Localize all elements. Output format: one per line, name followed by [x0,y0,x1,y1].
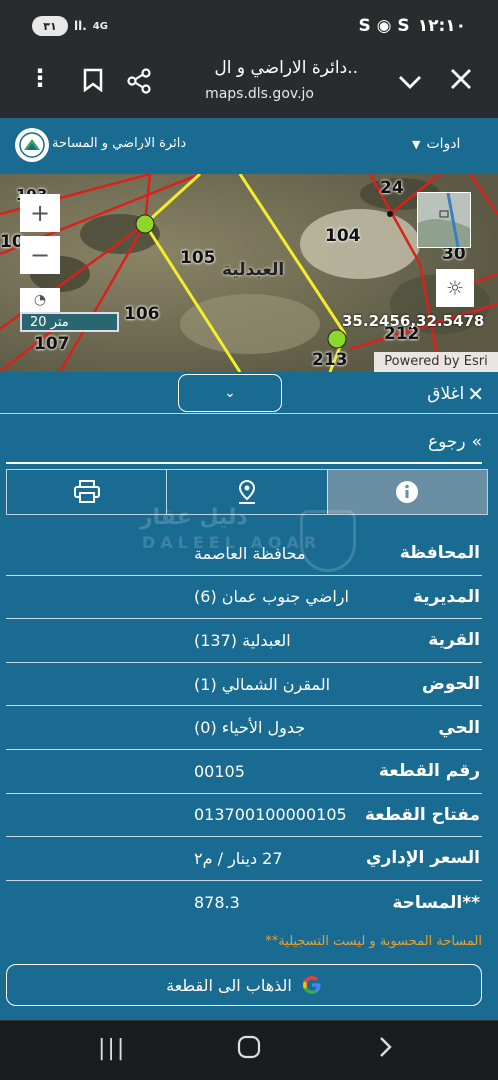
parcel-label: 213 [312,350,348,370]
parcel-label: 106 [124,304,160,324]
detail-label: **المساحة [392,892,480,913]
brightness-button[interactable]: ☼ [436,269,474,307]
coordinate-readout: 35.2456,32.5478 [342,312,485,330]
zoom-in-button[interactable]: + [20,194,60,232]
gauge-icon: ◔ [33,292,47,308]
powered-by-esri: Powered by Esri [374,352,498,372]
back-nav-icon[interactable] [378,1035,394,1065]
detail-label: الحوض [422,674,480,695]
detail-row-area: **المساحة 878.3 [6,881,482,925]
detail-value: المقرن الشمالي (1) [194,674,331,694]
detail-label: السعر الإداري [365,848,480,869]
share-icon[interactable] [126,68,152,98]
detail-value: محافظة العاصمة [194,543,306,563]
tools-menu[interactable]: ▼ ادوات [412,136,460,152]
detail-value: جدول الأحياء (0) [194,718,306,738]
chevron-down-icon: ▼ [412,137,421,151]
parcel-label: 104 [325,226,361,246]
parcel-label: 24 [380,178,404,198]
bookmark-icon[interactable] [82,68,104,96]
status-right: S ◉ S ١٢:١٠ [359,16,466,36]
detail-label: مفتاح القطعة [364,804,480,825]
watermark-text: دليل عقار [140,505,248,530]
minus-icon: − [29,241,51,269]
area-note: **المساحة المحسوبة و ليست التسجيلية [265,934,482,949]
back-button[interactable]: رجوع « [428,432,482,452]
page-title[interactable]: دائرة الاراضي و ال.. [214,58,358,78]
department-name: دائرة الاراضي و المساحة [52,136,187,151]
measure-button[interactable]: ◔ [20,288,60,312]
divider [6,462,482,464]
system-nav-bar: ||| [0,1020,498,1080]
detail-row-parcel-number: رقم القطعة 00105 [6,750,482,794]
detail-label: المحافظة [399,543,480,564]
info-icon [396,481,419,503]
tab-info[interactable] [326,470,487,514]
notification-icons: S ◉ S [358,16,410,36]
detail-value: اراضي جنوب عمان (6) [194,587,349,607]
network-label: 4G [92,20,108,32]
parcel-label: 105 [180,248,216,268]
close-label: اغلاق [427,384,465,404]
detail-row-directorate: المديرية اراضي جنوب عمان (6) [6,576,482,620]
detail-row-admin-price: السعر الإداري 27 دينار / م٢ [6,837,482,881]
status-time: ١٢:١٠ [417,16,466,36]
url-host[interactable]: maps.dls.gov.jo [205,86,314,102]
point-marker [387,211,393,217]
location-pin-icon [238,479,255,504]
more-menu-icon[interactable]: ⋮ [28,66,52,90]
recent-apps-icon[interactable]: ||| [98,1036,126,1061]
printer-icon [73,480,100,503]
back-label: رجوع [427,432,466,452]
google-icon [302,976,321,994]
parcel-label: 107 [34,334,70,354]
status-bar: ٣١ ll. 4G S ◉ S ١٢:١٠ [0,0,498,52]
detail-value: 27 دينار / م٢ [194,848,283,868]
signal-icon: ll. [74,19,87,33]
plus-icon: + [29,199,51,227]
parcel-details-list: المحافظة محافظة العاصمة المديرية اراضي ج… [6,532,482,924]
detail-row-parcel-key: مفتاح القطعة 013700100000105 [6,794,482,838]
vertex-marker [327,329,347,349]
detail-label: القرية [428,630,480,651]
dls-logo [15,128,49,162]
double-chevron-icon: « [471,432,482,452]
browser-toolbar: ⋮ دائرة الاراضي و ال.. maps.dls.gov.jo [0,52,498,118]
parcel-info-panel: ⌄ اغلاق ✕ رجوع « دليل عقار DALEEL AQAR ا… [0,372,498,1020]
chevron-down-icon[interactable] [398,70,422,94]
vertex-marker [135,214,155,234]
detail-label: رقم القطعة [378,761,480,782]
detail-row-governorate: المحافظة محافظة العاصمة [6,532,482,576]
detail-label: المديرية [412,586,480,607]
goto-label: الذهاب الى القطعة [166,975,292,995]
detail-value: 00105 [194,761,245,781]
battery-pill: ٣١ [32,16,68,36]
detail-value: العبدلية (137) [194,630,291,650]
collapse-panel-button[interactable]: ⌄ [178,374,282,412]
detail-label: الحي [438,717,480,738]
scale-bar: 20 متر [20,312,119,332]
divider [0,413,498,414]
map-view[interactable]: 105 106 104 24 212 213 107 10 30 193 الع… [0,174,498,372]
go-to-parcel-button[interactable]: الذهاب الى القطعة [6,964,482,1006]
sun-icon: ☼ [446,276,464,300]
detail-row-neighborhood: الحي جدول الأحياء (0) [6,706,482,750]
detail-value: 013700100000105 [194,805,347,825]
detail-value: 878.3 [194,893,240,913]
overview-thumbnail [418,192,470,248]
detail-row-basin: الحوض المقرن الشمالي (1) [6,663,482,707]
overview-map[interactable] [417,192,471,248]
close-icon: ✕ [467,382,484,406]
tools-label: ادوات [426,136,461,152]
status-left: ٣١ ll. 4G [32,16,108,36]
close-panel-button[interactable]: اغلاق ✕ [427,382,484,406]
close-tab-icon[interactable] [450,68,472,94]
chevron-down-icon: ⌄ [224,385,236,401]
village-map-label: العبدلية [222,260,285,280]
detail-row-village: القرية العبدلية (137) [6,619,482,663]
zoom-out-button[interactable]: − [20,236,60,274]
home-icon[interactable] [237,1035,261,1065]
